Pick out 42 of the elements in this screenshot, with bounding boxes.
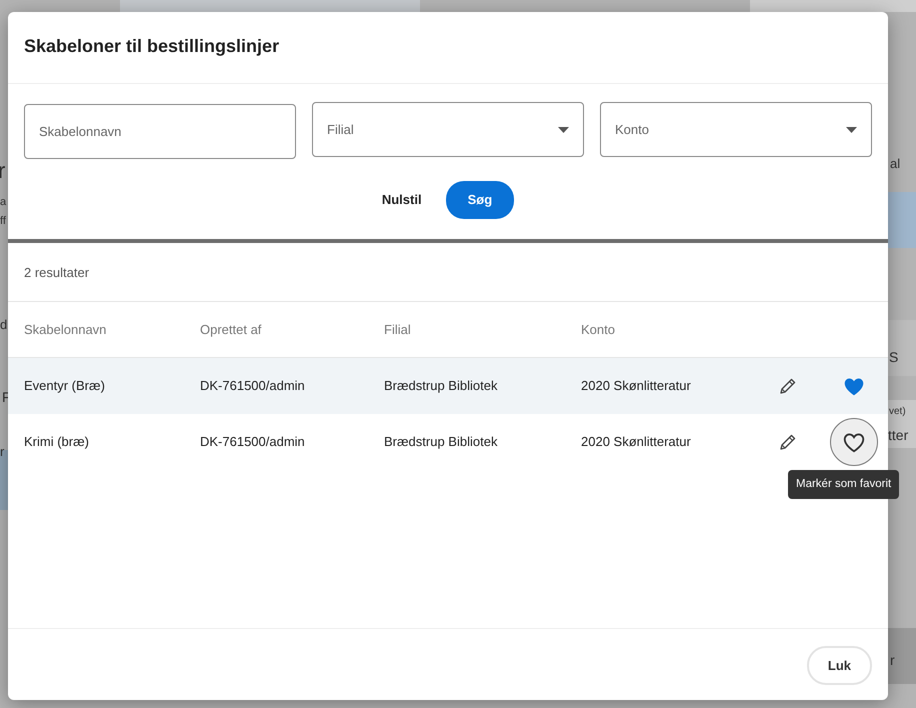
column-header: Filial	[384, 320, 412, 339]
table-cell-text: 2020 Skønlitteratur	[581, 433, 692, 452]
close-button[interactable]: Luk	[806, 646, 872, 685]
background-text: ff	[0, 216, 6, 227]
table-cell-text: Brædstrup Bibliotek	[384, 377, 498, 396]
background-panel	[888, 400, 916, 448]
dropdown-caret-icon	[846, 126, 857, 132]
search-button[interactable]: Søg	[446, 181, 514, 218]
background-text: r	[0, 445, 4, 458]
table-row[interactable]: Krimi (bræ) DK-761500/admin Brædstrup Bibliotek 2020 Skønlitteratur	[8, 414, 888, 470]
table-cell-text: Brædstrup Bibliotek	[384, 433, 498, 452]
favorite-button[interactable]	[830, 418, 878, 466]
table-cell-text: DK-761500/admin	[200, 433, 306, 452]
background-text: tter	[888, 428, 908, 442]
pencil-icon	[778, 432, 798, 452]
column-header: Skabelonnavn	[24, 320, 108, 339]
background-text: vet)	[889, 407, 906, 417]
column-header: Oprettet af	[200, 320, 262, 339]
table-row[interactable]: Eventyr (Bræ) DK-761500/admin Brædstrup Bibliotek 2020 Skønlitteratur	[8, 358, 888, 414]
table-cell-text: DK-761500/admin	[200, 377, 306, 396]
tooltip: Markér som favorit	[788, 470, 900, 500]
background-panel	[888, 192, 916, 248]
dropdown-field[interactable]: Filial	[312, 102, 584, 157]
heart-icon	[842, 431, 866, 453]
result-count: 2 resultater	[8, 242, 888, 302]
dropdown-field[interactable]: Konto	[600, 102, 872, 157]
input-field[interactable]: Skabelonnavn	[24, 104, 296, 159]
table-cell-text: 2020 Skønlitteratur	[581, 377, 692, 396]
column-header: Konto	[581, 320, 616, 339]
background-panel	[888, 628, 916, 684]
background-text: a	[0, 197, 6, 208]
background-text: al	[890, 157, 900, 170]
dropdown-caret-icon	[558, 126, 569, 132]
background-panel	[0, 450, 8, 510]
pencil-icon	[778, 376, 798, 396]
reset-button[interactable]: Nulstil	[382, 184, 422, 216]
background-text: d	[0, 318, 8, 331]
background-text: r	[890, 653, 895, 667]
table-cell-text: Eventyr (Bræ)	[24, 377, 106, 396]
background-text: S	[889, 350, 898, 364]
dialog-title: Skabeloner til bestillingslinjer	[24, 36, 280, 58]
table-cell-text: Krimi (bræ)	[24, 433, 90, 452]
